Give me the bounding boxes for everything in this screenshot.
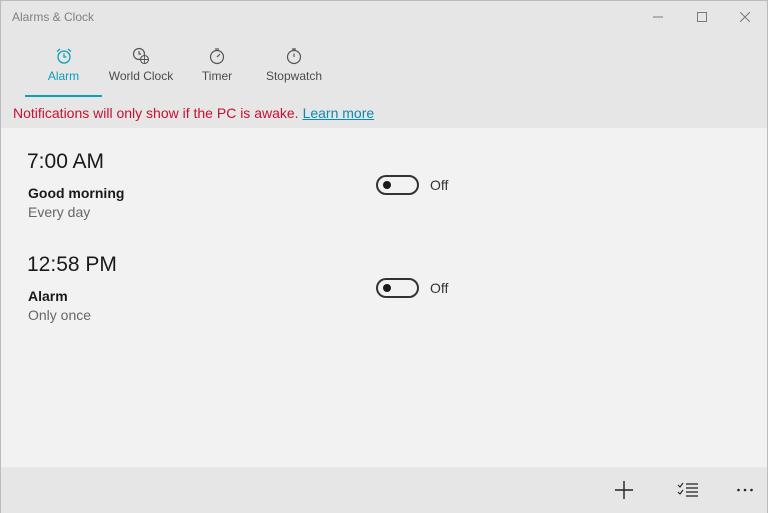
- command-bar: [1, 467, 767, 513]
- alarm-item[interactable]: 12:58 PM Alarm Only once Off: [1, 253, 767, 353]
- alarm-name: Alarm: [28, 288, 68, 304]
- app-title: Alarms & Clock: [12, 10, 95, 24]
- alarm-toggle[interactable]: [376, 175, 419, 195]
- tab-timer-label: Timer: [201, 69, 233, 83]
- alarm-clock-icon: [55, 47, 73, 65]
- tab-world-clock-label: World Clock: [108, 69, 174, 83]
- alarm-time: 12:58 PM: [27, 253, 117, 276]
- maximize-button[interactable]: [679, 1, 725, 33]
- alarm-item[interactable]: 7:00 AM Good morning Every day Off: [1, 150, 767, 250]
- tab-alarm[interactable]: Alarm: [25, 33, 102, 97]
- tab-alarm-label: Alarm: [47, 69, 80, 83]
- more-options-button[interactable]: [730, 477, 760, 503]
- more-icon: [737, 488, 753, 492]
- toggle-knob: [383, 284, 391, 292]
- alarm-repeat: Only once: [28, 307, 92, 323]
- alarm-time: 7:00 AM: [27, 150, 105, 173]
- timer-icon: [208, 47, 226, 65]
- toggle-state-label: Off: [430, 177, 449, 193]
- alarm-list: 7:00 AM Good morning Every day Off 12:58…: [1, 128, 767, 467]
- close-icon: [740, 12, 750, 22]
- alarm-toggle[interactable]: [376, 278, 419, 298]
- notification-warning: Notifications will only show if the PC i…: [1, 97, 767, 128]
- tab-world-clock[interactable]: World Clock: [105, 33, 177, 97]
- select-alarms-button[interactable]: [673, 477, 703, 503]
- maximize-icon: [697, 12, 707, 22]
- minimize-icon: [653, 16, 663, 18]
- minimize-button[interactable]: [635, 1, 681, 33]
- alarm-name: Good morning: [28, 185, 125, 201]
- learn-more-link[interactable]: Learn more: [303, 105, 375, 121]
- select-list-icon: [677, 482, 698, 497]
- tab-stopwatch-label: Stopwatch: [265, 69, 323, 83]
- title-bar[interactable]: Alarms & Clock: [1, 1, 767, 33]
- new-alarm-button[interactable]: [609, 477, 639, 503]
- toggle-knob: [383, 181, 391, 189]
- alarm-repeat: Every day: [28, 204, 91, 220]
- tab-bar: Alarm World Clock Timer Stopwatch: [1, 33, 767, 97]
- world-clock-icon: [132, 47, 150, 65]
- stopwatch-icon: [285, 47, 303, 65]
- close-button[interactable]: [722, 1, 768, 33]
- toggle-state-label: Off: [430, 280, 449, 296]
- tab-stopwatch[interactable]: Stopwatch: [262, 33, 326, 97]
- tab-timer[interactable]: Timer: [197, 33, 237, 97]
- add-icon: [615, 481, 633, 499]
- app-window: Alarms & Clock Alarm World Clock Timer S…: [0, 0, 768, 513]
- notice-text: Notifications will only show if the PC i…: [13, 105, 299, 121]
